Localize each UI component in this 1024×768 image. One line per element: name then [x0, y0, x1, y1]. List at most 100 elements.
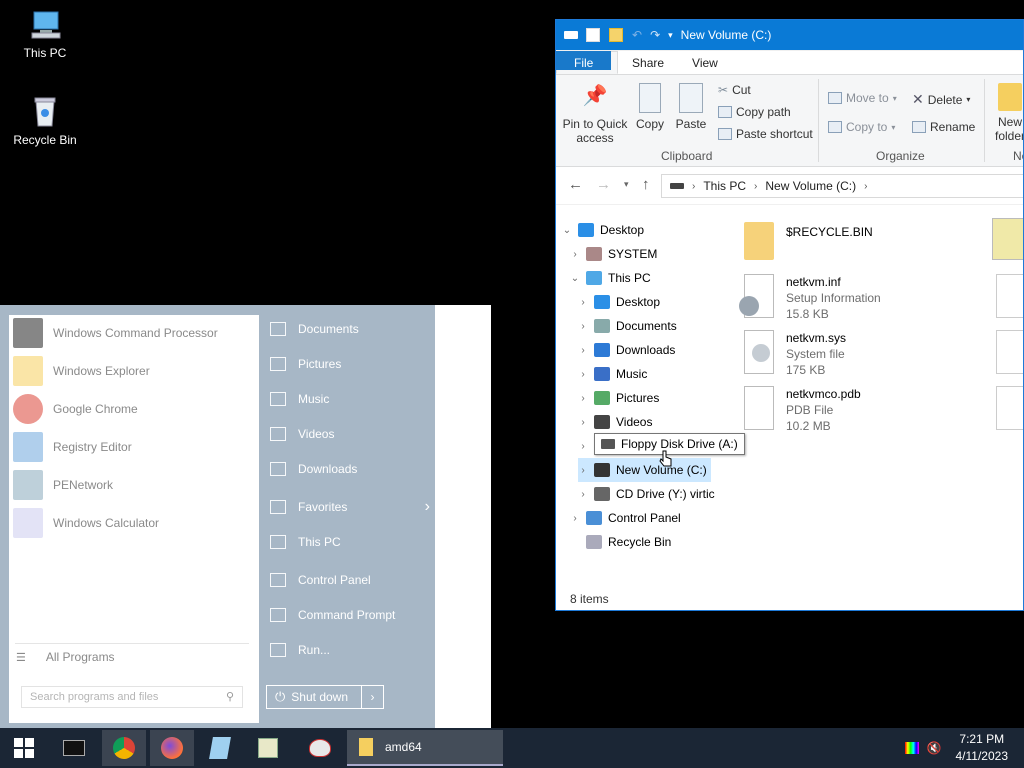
start-link-documents[interactable]: Documents	[270, 317, 430, 341]
start-link-run[interactable]: Run...	[270, 638, 430, 662]
desktop-icon-this-pc[interactable]: This PC	[9, 8, 81, 60]
properties-icon[interactable]	[586, 28, 600, 42]
chevron-down-icon[interactable]: ⌄	[562, 225, 572, 236]
breadcrumb-new-volume[interactable]: New Volume (C:)	[765, 179, 856, 193]
taskbar-cmd-button[interactable]	[52, 730, 96, 766]
start-link-favorites[interactable]: Favorites ›	[270, 495, 430, 519]
chevron-right-icon[interactable]: ›	[578, 321, 588, 332]
nav-item[interactable]: ⌄ Desktop	[562, 218, 644, 242]
taskbar-notepad-button[interactable]	[198, 730, 242, 766]
file-item[interactable]: netkvm.inf Setup Information 15.8 KB	[739, 274, 881, 322]
program-label: Windows Command Processor	[53, 326, 218, 340]
nav-item[interactable]: › Control Panel	[570, 506, 681, 530]
color-app-icon[interactable]	[904, 742, 919, 754]
tab-view[interactable]: View	[678, 51, 732, 74]
nav-item[interactable]: › CD Drive (Y:) virtic	[578, 482, 715, 506]
rename-button[interactable]: Rename	[912, 120, 975, 134]
cut-button[interactable]: ✂ Cut	[718, 83, 751, 97]
start-menu-side-panel	[435, 305, 491, 728]
chevron-down-icon[interactable]: ⌄	[570, 273, 580, 284]
taskbar-window-amd64[interactable]: amd64	[347, 730, 503, 766]
breadcrumb-this-pc[interactable]: This PC	[703, 179, 746, 193]
autorun-file-icon[interactable]	[992, 218, 1023, 260]
start-link-command-prompt[interactable]: Command Prompt	[270, 603, 430, 627]
nav-item[interactable]: › Documents	[578, 314, 677, 338]
start-button[interactable]	[2, 730, 46, 766]
pin-to-quick-access-button[interactable]: 📌 Pin to Quick access	[562, 83, 628, 145]
program-item[interactable]: PENetwork	[13, 470, 113, 500]
chevron-right-icon[interactable]: ›	[578, 465, 588, 476]
search-input[interactable]: Search programs and files ⚲	[21, 686, 243, 708]
copy-path-button[interactable]: Copy path	[718, 105, 791, 119]
copy-to-button[interactable]: Copy to ▾	[828, 120, 895, 134]
nav-item[interactable]: › Desktop	[578, 290, 660, 314]
shutdown-button[interactable]: ⏻ Shut down ›	[266, 685, 384, 709]
file-icon[interactable]	[996, 274, 1023, 318]
clock[interactable]: 7:21 PM 4/11/2023	[956, 731, 1009, 765]
start-link-downloads[interactable]: Downloads	[270, 457, 430, 481]
back-arrow-icon[interactable]: ←	[568, 176, 583, 193]
program-item[interactable]: Registry Editor	[13, 432, 132, 462]
system-file-icon[interactable]	[996, 330, 1023, 374]
chevron-right-icon[interactable]: ›	[578, 297, 588, 308]
start-link-music[interactable]: Music	[270, 387, 430, 411]
nav-item[interactable]: ⌄ This PC	[570, 266, 651, 290]
undo-icon[interactable]: ↶	[632, 28, 642, 42]
paste-button[interactable]: Paste	[672, 83, 710, 131]
chevron-right-icon[interactable]: ›	[578, 441, 588, 452]
nav-item[interactable]: Recycle Bin	[570, 530, 671, 554]
delete-button[interactable]: ✕ Delete ▾	[912, 91, 970, 108]
copy-icon	[639, 83, 661, 113]
clipboard-group-label: Clipboard	[661, 149, 713, 163]
nav-item[interactable]: › New Volume (C:)	[578, 458, 711, 482]
program-item[interactable]: Windows Explorer	[13, 356, 150, 386]
tab-share[interactable]: Share	[618, 51, 678, 74]
start-link-control-panel[interactable]: Control Panel	[270, 568, 430, 592]
program-item[interactable]: Google Chrome	[13, 394, 138, 424]
program-item[interactable]: Windows Calculator	[13, 508, 159, 538]
redo-icon[interactable]: ↷	[650, 28, 660, 42]
nav-item-label: Recycle Bin	[608, 535, 672, 549]
drive-icon	[594, 463, 610, 477]
up-arrow-icon[interactable]: ↑	[642, 176, 650, 193]
taskbar-paint-button[interactable]	[298, 730, 342, 766]
volume-muted-icon[interactable]: 🔇	[927, 741, 942, 755]
desktop-icon-recycle-bin[interactable]: Recycle Bin	[9, 95, 81, 147]
nav-item[interactable]: › Pictures	[578, 386, 659, 410]
address-bar[interactable]: › This PC › New Volume (C:) ›	[661, 174, 1023, 198]
new-folder-button[interactable]: New folder	[990, 83, 1023, 143]
tab-file[interactable]: File	[556, 51, 612, 70]
file-item[interactable]: netkvmco.pdb PDB File 10.2 MB	[742, 386, 861, 434]
chevron-right-icon[interactable]: ›	[578, 417, 588, 428]
shutdown-options-button[interactable]: ›	[361, 686, 383, 708]
taskbar-firefox-button[interactable]	[150, 730, 194, 766]
file-item[interactable]: $RECYCLE.BIN	[742, 218, 873, 262]
nav-item[interactable]: › Music	[578, 362, 647, 386]
move-to-button[interactable]: Move to ▾	[828, 91, 897, 105]
file-item[interactable]: netkvm.sys System file 175 KB	[742, 330, 846, 378]
recent-dropdown-icon[interactable]: ▾	[624, 179, 629, 190]
paste-shortcut-button[interactable]: Paste shortcut	[718, 127, 813, 141]
taskbar-chrome-button[interactable]	[102, 730, 146, 766]
nav-item[interactable]: › Downloads	[578, 338, 675, 362]
start-link-this-pc[interactable]: This PC	[270, 530, 430, 554]
chevron-right-icon[interactable]: ›	[578, 369, 588, 380]
breadcrumb-separator-icon: ›	[754, 180, 758, 192]
new-folder-icon[interactable]	[609, 28, 623, 42]
qat-dropdown-icon[interactable]: ▾	[668, 30, 673, 41]
program-item[interactable]: Windows Command Processor	[13, 318, 218, 348]
chevron-right-icon[interactable]: ›	[570, 249, 580, 260]
forward-arrow-icon[interactable]: →	[596, 176, 611, 193]
copy-button[interactable]: Copy	[632, 83, 668, 131]
chevron-right-icon[interactable]: ›	[578, 393, 588, 404]
nav-item[interactable]: › SYSTEM	[570, 242, 657, 266]
start-link-videos[interactable]: Videos	[270, 422, 430, 446]
chevron-right-icon[interactable]: ›	[578, 489, 588, 500]
nav-item[interactable]: › Videos	[578, 410, 652, 434]
all-programs-button[interactable]: ☰ All Programs	[16, 650, 115, 664]
file-icon[interactable]	[996, 386, 1023, 430]
chevron-right-icon[interactable]: ›	[578, 345, 588, 356]
taskbar-chart-button[interactable]	[246, 730, 290, 766]
start-link-pictures[interactable]: Pictures	[270, 352, 430, 376]
chevron-right-icon[interactable]: ›	[570, 513, 580, 524]
